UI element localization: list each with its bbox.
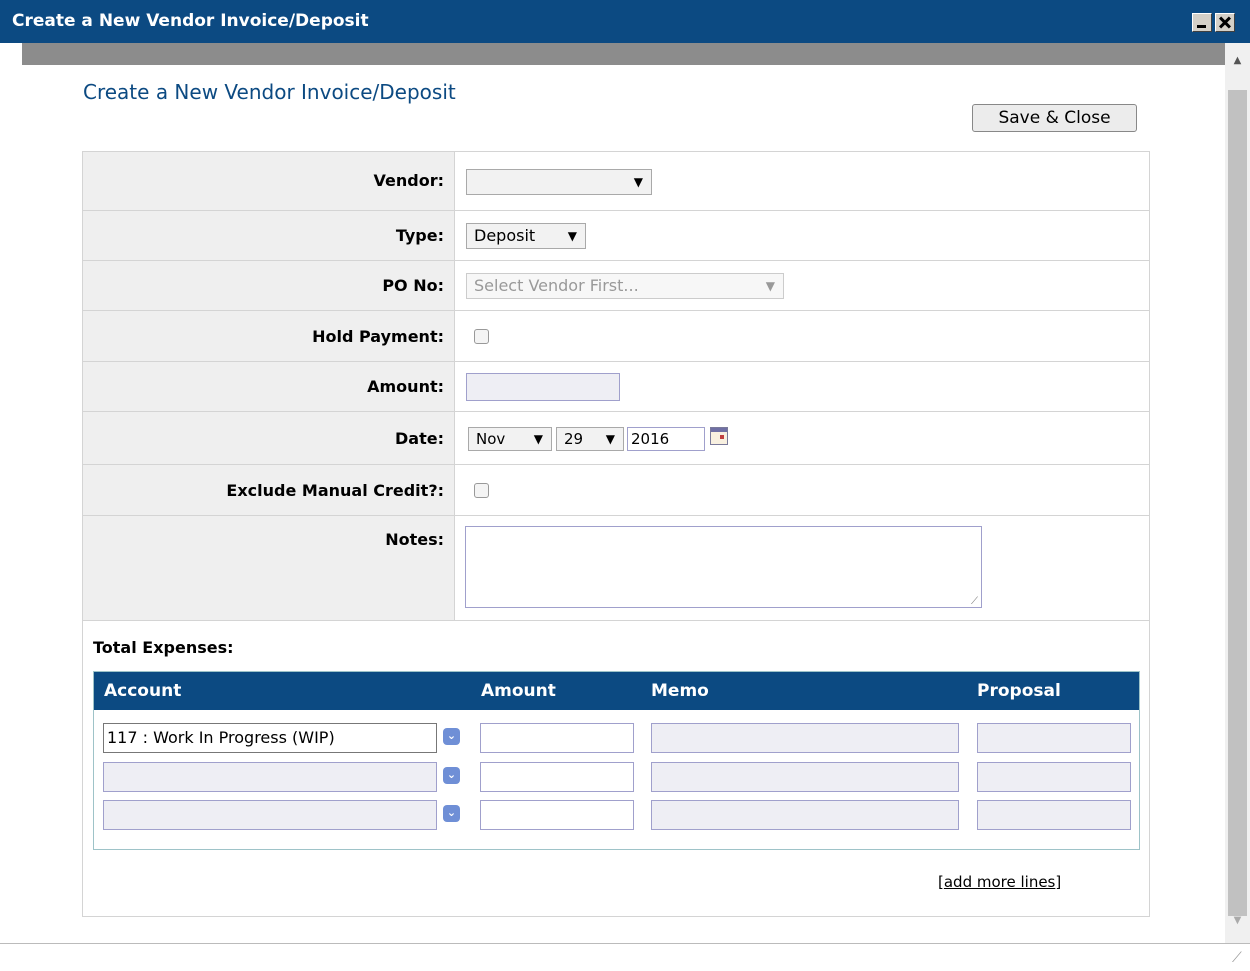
calendar-icon[interactable] xyxy=(710,427,728,445)
vendor-row: Vendor: ▼ xyxy=(83,152,1149,210)
hold-payment-label: Hold Payment: xyxy=(83,311,455,362)
month-value: Nov xyxy=(476,430,506,448)
amount-input[interactable] xyxy=(466,373,620,401)
account-input[interactable]: 117 : Work In Progress (WIP) xyxy=(103,723,437,753)
window-left-border xyxy=(8,43,22,943)
hold-payment-checkbox[interactable] xyxy=(474,329,489,344)
memo-cell-input[interactable] xyxy=(651,762,959,792)
resize-grip-icon[interactable]: ⟋ xyxy=(1232,950,1250,971)
close-icon[interactable] xyxy=(1215,13,1235,32)
amount-label: Amount: xyxy=(83,362,455,412)
scroll-up-icon[interactable]: ▲ xyxy=(1225,55,1250,91)
bottom-divider xyxy=(0,943,1250,944)
dropdown-arrow-icon: ▼ xyxy=(567,229,577,243)
column-header-amount: Amount xyxy=(481,681,556,701)
column-header-account: Account xyxy=(104,681,182,701)
vendor-label: Vendor: xyxy=(83,152,455,210)
date-label: Date: xyxy=(83,412,455,465)
account-input[interactable] xyxy=(103,800,437,830)
amount-cell-input[interactable] xyxy=(480,800,634,830)
month-select[interactable]: Nov ▼ xyxy=(468,427,552,451)
chevron-down-icon[interactable]: ⌄ xyxy=(443,728,460,745)
expenses-table-header: Account Amount Memo Proposal xyxy=(94,672,1139,710)
window-title: Create a New Vendor Invoice/Deposit xyxy=(12,11,369,31)
exclude-credit-row: Exclude Manual Credit?: xyxy=(83,464,1149,516)
po-select-placeholder: Select Vendor First... xyxy=(474,276,639,295)
chevron-down-icon[interactable]: ⌄ xyxy=(443,767,460,784)
proposal-cell-input[interactable] xyxy=(977,800,1131,830)
dropdown-arrow-icon: ▼ xyxy=(533,432,543,446)
type-row: Type: Deposit ▼ xyxy=(83,210,1149,261)
po-select[interactable]: Select Vendor First... ▼ xyxy=(466,273,784,299)
chevron-down-icon[interactable]: ⌄ xyxy=(443,805,460,822)
add-more-lines-link[interactable]: add more lines xyxy=(944,873,1056,891)
amount-row: Amount: xyxy=(83,361,1149,412)
total-expenses-label: Total Expenses: xyxy=(93,638,234,657)
notes-row: Notes: ⟋ xyxy=(83,515,1149,621)
scroll-down-icon[interactable]: ▼ xyxy=(1225,915,1250,951)
header-bar xyxy=(22,43,1225,65)
proposal-cell-input[interactable] xyxy=(977,762,1131,792)
scrollbar-thumb[interactable] xyxy=(1228,90,1247,916)
memo-cell-input[interactable] xyxy=(651,800,959,830)
add-more-lines: [add more lines] xyxy=(938,873,1062,891)
account-input[interactable] xyxy=(103,762,437,792)
type-select[interactable]: Deposit ▼ xyxy=(466,223,586,249)
memo-cell-input[interactable] xyxy=(651,723,959,753)
dropdown-arrow-icon: ▼ xyxy=(765,279,775,293)
amount-cell-input[interactable] xyxy=(480,723,634,753)
save-close-button[interactable]: Save & Close xyxy=(972,104,1137,132)
day-select[interactable]: 29 ▼ xyxy=(556,427,624,451)
resize-grip-icon[interactable]: ⟋ xyxy=(971,596,978,607)
hold-payment-row: Hold Payment: xyxy=(83,310,1149,362)
notes-textarea[interactable]: ⟋ xyxy=(465,526,982,608)
notes-label: Notes: xyxy=(83,516,455,621)
day-value: 29 xyxy=(564,430,584,448)
exclude-credit-label: Exclude Manual Credit?: xyxy=(83,465,455,516)
exclude-credit-checkbox[interactable] xyxy=(474,483,489,498)
po-label: PO No: xyxy=(83,261,455,311)
column-header-memo: Memo xyxy=(651,681,709,701)
year-input[interactable]: 2016 xyxy=(627,427,705,451)
amount-cell-input[interactable] xyxy=(480,762,634,792)
column-header-proposal: Proposal xyxy=(977,681,1061,701)
vendor-select[interactable]: ▼ xyxy=(466,169,652,195)
expenses-table: Account Amount Memo Proposal 117 : Work … xyxy=(93,671,1140,850)
dropdown-arrow-icon: ▼ xyxy=(605,432,615,446)
page-title: Create a New Vendor Invoice/Deposit xyxy=(83,80,456,104)
type-select-value: Deposit xyxy=(474,226,536,245)
po-row: PO No: Select Vendor First... ▼ xyxy=(83,260,1149,311)
date-row: Date: Nov ▼ 29 ▼ 2016 xyxy=(83,411,1149,465)
minimize-icon[interactable] xyxy=(1192,13,1212,32)
proposal-cell-input[interactable] xyxy=(977,723,1131,753)
type-label: Type: xyxy=(83,211,455,261)
dropdown-arrow-icon: ▼ xyxy=(633,175,643,189)
window-titlebar: Create a New Vendor Invoice/Deposit xyxy=(0,0,1250,43)
